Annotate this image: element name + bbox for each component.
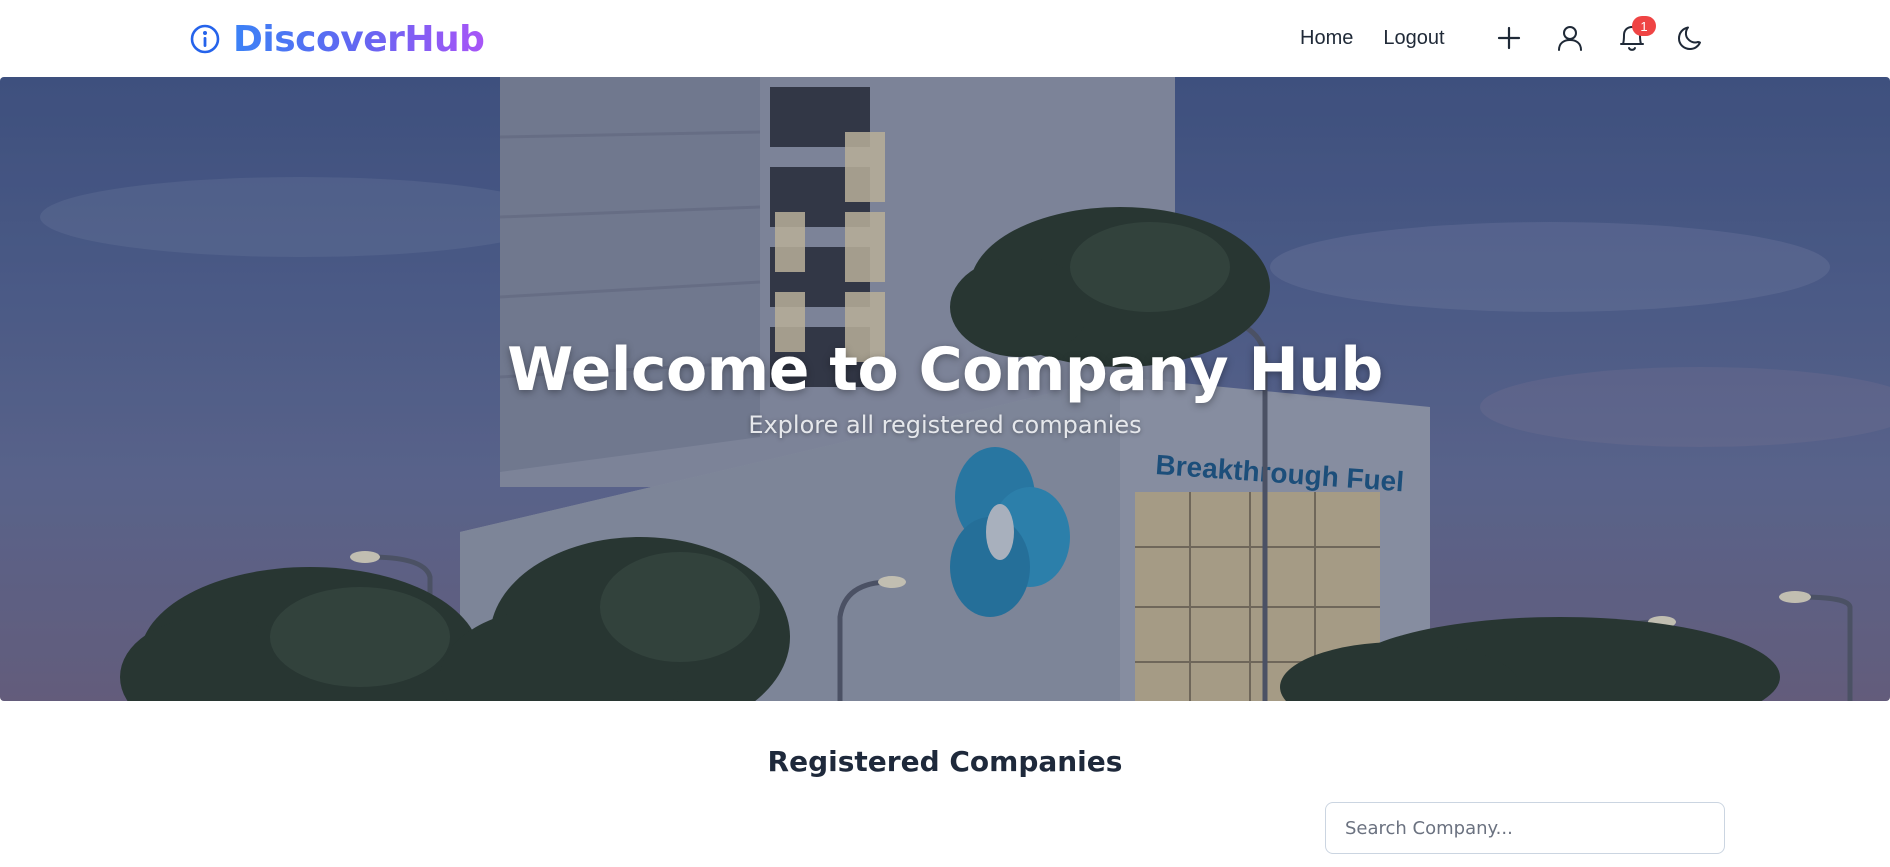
user-icon[interactable] [1554,22,1586,54]
hero-subtitle: Explore all registered companies [748,411,1142,439]
hero-title: Welcome to Company Hub [507,335,1383,405]
search-company-input[interactable] [1325,802,1725,854]
brand-logo[interactable]: DiscoverHub [189,18,485,60]
nav-menu: Home Logout [1300,22,1475,54]
moon-icon[interactable] [1674,22,1706,54]
plus-icon[interactable] [1493,22,1525,54]
notification-badge: 1 [1632,16,1656,36]
notification-bell-button[interactable]: 1 [1616,16,1656,54]
nav-logout-link[interactable]: Logout [1383,27,1444,50]
brand-name: DiscoverHub [233,18,485,60]
top-navbar: DiscoverHub Home Logout 1 [0,0,1890,77]
hero-banner: Breakthrough Fuel Welcome to Company Hub… [0,77,1890,701]
section-title: Registered Companies [767,745,1123,778]
info-circle-icon [189,23,221,55]
nav-home-link[interactable]: Home [1300,27,1353,50]
